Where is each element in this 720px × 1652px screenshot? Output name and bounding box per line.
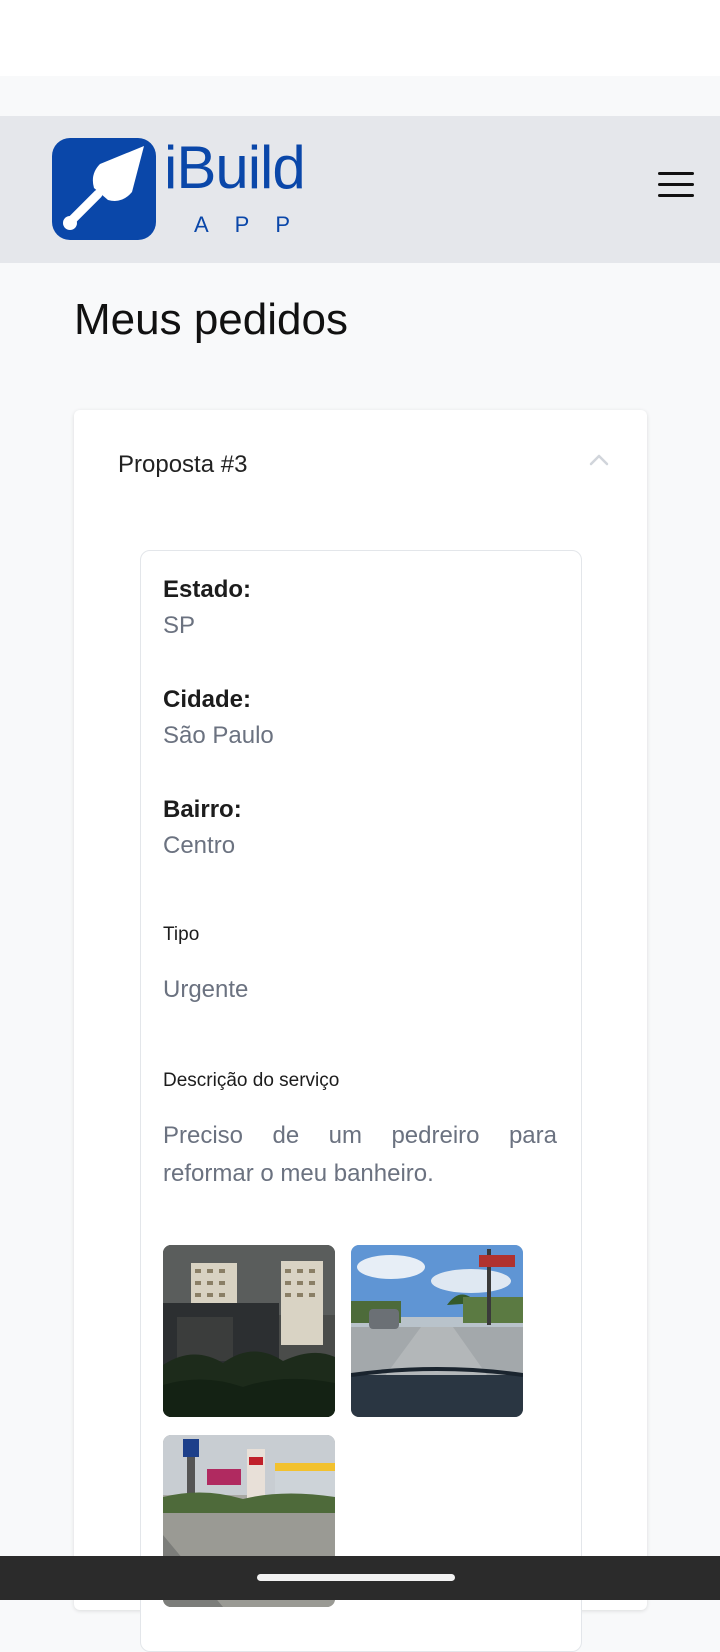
estado-value: SP [163, 612, 196, 639]
top-spacer [0, 76, 720, 116]
bairro-label: Bairro: [163, 796, 242, 823]
tipo-value: Urgente [163, 976, 249, 1003]
system-navigation-bar [0, 1556, 720, 1600]
trowel-icon[interactable] [52, 138, 156, 240]
page-title: Meus pedidos [74, 295, 348, 344]
cidade-label: Cidade: [163, 686, 252, 713]
home-gesture-handle[interactable] [257, 1574, 455, 1581]
status-bar [0, 0, 720, 76]
proposal-details: Estado: SP Cidade: São Paulo Bairro: Cen… [140, 550, 582, 1652]
descricao-value: Preciso de um pedreiro para reformar o m… [163, 1122, 557, 1187]
street-photo[interactable] [351, 1245, 523, 1417]
logo-wordmark: iBuild [164, 134, 306, 201]
cidade-value: São Paulo [163, 722, 274, 749]
app-header: iBuild APP [0, 116, 720, 263]
building-photo[interactable] [163, 1245, 335, 1417]
estado-label: Estado: [163, 576, 252, 603]
proposal-accordion-header[interactable]: Proposta #3 [74, 410, 647, 510]
descricao-label: Descrição do serviço [163, 1070, 340, 1091]
bairro-value: Centro [163, 832, 236, 859]
proposal-title: Proposta #3 [118, 451, 248, 478]
proposal-card: Proposta #3 Estado: SP Cidade: São Paulo… [74, 410, 647, 1652]
chevron-up-icon[interactable] [589, 452, 609, 466]
logo-subtitle: APP [194, 212, 317, 237]
hamburger-menu-icon[interactable] [658, 172, 694, 200]
tipo-label: Tipo [163, 924, 200, 945]
